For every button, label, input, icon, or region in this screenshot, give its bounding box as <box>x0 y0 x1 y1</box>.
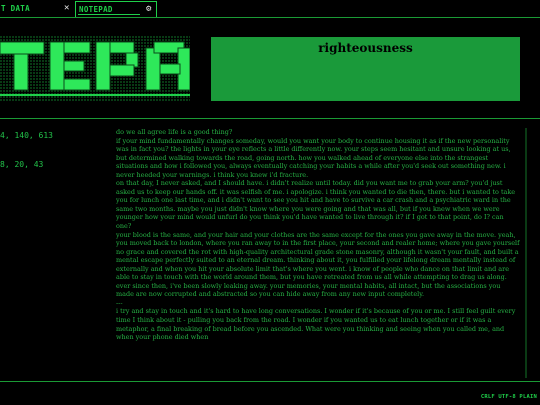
note-line: your blood is the same, and your hair an… <box>116 230 520 282</box>
divider <box>0 118 540 119</box>
note-line: ever since then, i've been slowly leakin… <box>116 281 501 299</box>
note-line: i try and stay in touch and it's hard to… <box>116 307 516 342</box>
note-title: righteousness <box>318 41 413 55</box>
tab-notepad-label: NOTEPAD <box>79 5 113 14</box>
coords-readout: 4, 140, 613 <box>0 131 53 140</box>
note-line: do we all agree life is a good thing? <box>116 128 233 136</box>
scrollbar[interactable] <box>525 128 527 378</box>
values-readout: 8, 20, 43 <box>0 160 44 169</box>
tab-notepad[interactable]: NOTEPAD ⚙ <box>75 1 157 17</box>
note-line: on that day, I never asked, and I should… <box>116 179 516 231</box>
note-title-panel[interactable]: righteousness <box>211 37 520 101</box>
note-editor[interactable]: do we all agree life is a good thing? if… <box>116 128 520 380</box>
tab-bar: T DATA ✕ NOTEPAD ⚙ <box>0 0 540 18</box>
close-icon[interactable]: ✕ <box>64 1 70 16</box>
note-line: --- <box>116 298 123 307</box>
divider <box>0 381 540 382</box>
notepad-logo <box>0 36 190 102</box>
tab-data[interactable]: T DATA ✕ <box>0 1 75 16</box>
note-line: if your mind fundamentally changes somed… <box>116 136 511 179</box>
gear-icon[interactable]: ⚙ <box>146 2 152 17</box>
status-bar: CRLF UTF-8 PLAIN <box>480 394 537 400</box>
tab-data-label: T DATA <box>1 4 30 13</box>
